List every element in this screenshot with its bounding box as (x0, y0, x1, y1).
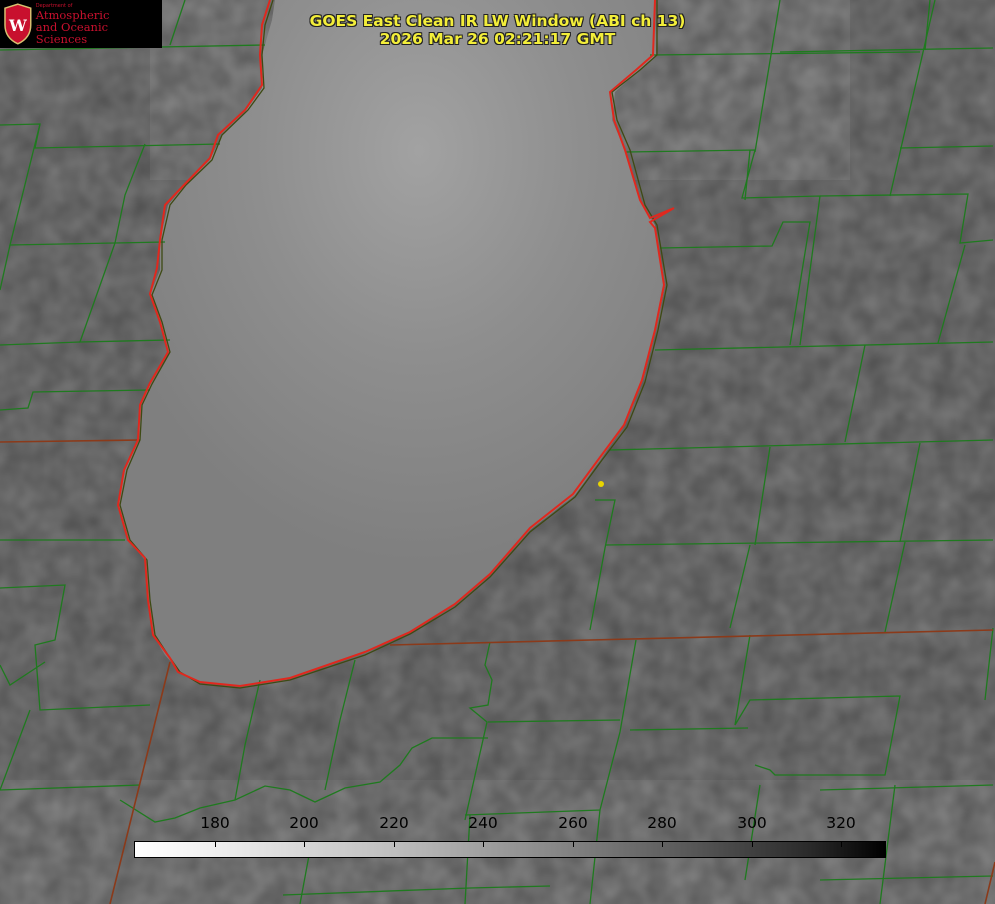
crest-letter: W (8, 16, 27, 35)
university-logo: W Department of Atmospheric and Oceanic … (0, 0, 162, 48)
colorbar-tick-label: 280 (647, 814, 677, 832)
colorbar-tick-mark (215, 841, 216, 847)
station-marker (598, 481, 604, 487)
colorbar-tick-mark (304, 841, 305, 847)
colorbar-tick-label: 320 (826, 814, 856, 832)
colorbar-tick-label: 240 (468, 814, 498, 832)
colorbar (134, 841, 886, 858)
colorbar-ticks: 180 200 220 240 260 280 300 320 (0, 814, 995, 836)
logo-text: Department of Atmospheric and Oceanic Sc… (36, 3, 162, 45)
colorbar-tick-label: 260 (558, 814, 588, 832)
colorbar-tick-mark (394, 841, 395, 847)
colorbar-tick-mark (662, 841, 663, 847)
title-timestamp: 2026 Mar 26 02:21:17 GMT (379, 30, 616, 48)
colorbar-tick-label: 180 (200, 814, 230, 832)
logo-line2: and Oceanic Sciences (35, 20, 109, 46)
crest-icon: W (4, 3, 32, 45)
colorbar-tick-mark (573, 841, 574, 847)
image-title: GOES East Clean IR LW Window (ABI ch 13)… (245, 12, 750, 48)
satellite-image (0, 0, 995, 904)
colorbar-tick-mark (841, 841, 842, 847)
colorbar-tick-mark (483, 841, 484, 847)
colorbar-tick-mark (752, 841, 753, 847)
colorbar-tick-label: 200 (289, 814, 319, 832)
title-line1: GOES East Clean IR LW Window (ABI ch 13) (309, 12, 686, 30)
colorbar-tick-label: 220 (379, 814, 409, 832)
colorbar-tick-label: 300 (737, 814, 767, 832)
